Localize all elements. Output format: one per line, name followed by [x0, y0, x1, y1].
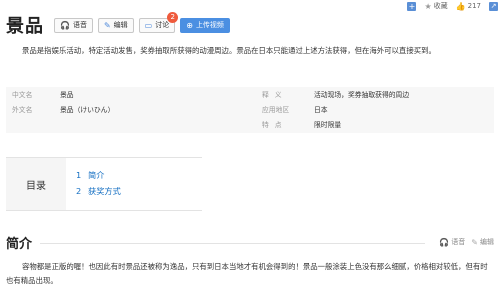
page-title: 景品: [6, 16, 44, 37]
section-tools: 🎧 语音 ✎ 编辑: [433, 237, 494, 247]
share-button[interactable]: ↗: [489, 1, 498, 11]
info-row-meaning: 释义 活动现场，奖券抽取获得的周边: [256, 88, 409, 103]
section-voice-button[interactable]: 🎧 语音: [439, 237, 465, 247]
upload-video-button[interactable]: ⊕ 上传视频: [180, 17, 230, 33]
info-label: 中文名: [12, 91, 33, 99]
info-value: 景品: [60, 91, 74, 99]
like-button[interactable]: 👍 217: [456, 2, 481, 11]
collect-button[interactable]: ★ 收藏: [424, 1, 447, 11]
section-edit-button[interactable]: ✎ 编辑: [471, 237, 494, 247]
info-label: 外文名: [12, 106, 33, 114]
edit-button-label: 编辑: [113, 21, 128, 29]
edit-button[interactable]: ✎ 编辑: [97, 17, 134, 33]
info-label: 特点: [262, 121, 288, 129]
upload-video-label: 上传视频: [195, 21, 224, 29]
info-value: 日本: [314, 106, 328, 114]
thumb-up-icon: 👍: [455, 1, 466, 11]
toc-item-number: 2: [76, 186, 82, 196]
toc-item-number: 1: [76, 170, 82, 180]
voice-button[interactable]: 🎧 语音: [54, 17, 93, 33]
section-title: 简介: [6, 236, 33, 252]
add-button[interactable]: +: [407, 1, 417, 11]
voice-button-label: 语音: [72, 21, 87, 29]
info-value: 景品（けいひん）: [60, 106, 115, 114]
toc-item-label: 获奖方式: [88, 186, 121, 196]
info-value: 活动现场，奖券抽取获得的周边: [314, 91, 410, 99]
toc-item-label: 简介: [88, 170, 105, 180]
toc-list: 1 简介 2 获奖方式: [76, 167, 121, 199]
info-row-feature: 特点 限时限量: [256, 118, 341, 133]
headphones-icon: 🎧: [439, 237, 450, 247]
collect-label: 收藏: [433, 2, 448, 10]
intro-paragraph: 景品是指娱乐活动，特定活动发售，奖券抽取所获得的动漫周边。景品在日本只能通过上述…: [22, 46, 436, 55]
section-edit-label: 编辑: [480, 238, 494, 246]
toc-item-award-method[interactable]: 2 获奖方式: [76, 183, 121, 199]
plus-circle-icon: ⊕: [186, 20, 193, 30]
info-row-chinese-name: 中文名 景品: [6, 88, 74, 103]
star-icon: ★: [424, 1, 432, 11]
discuss-button-label: 讨论: [155, 21, 170, 29]
discuss-button[interactable]: ▭ 讨论 2: [138, 11, 179, 33]
info-box: 中文名 景品 外文名 景品（けいひん） 释义 活动现场，奖券抽取获得的周边 应用…: [6, 87, 494, 133]
info-value: 限时限量: [314, 121, 342, 129]
info-label: 应用地区: [262, 106, 290, 114]
comment-icon: ▭: [144, 20, 153, 30]
section-body-text: 容物都是正版的喔！也因此有时景品还被称为逸品，只有到日本当地才有机会得到的！景品…: [6, 262, 488, 285]
pencil-icon: ✎: [471, 237, 478, 247]
section-voice-label: 语音: [451, 238, 466, 246]
discuss-count-badge: 2: [167, 11, 179, 23]
headphones-icon: 🎧: [60, 20, 70, 30]
info-row-foreign-name: 外文名 景品（けいひん）: [6, 103, 114, 118]
plus-icon: +: [407, 1, 417, 11]
toc-heading: 目录: [6, 158, 66, 210]
pencil-icon: ✎: [103, 20, 111, 30]
like-count: 217: [467, 2, 481, 10]
section-header: 简介 🎧 语音 ✎ 编辑: [6, 232, 494, 252]
section-divider: [40, 242, 426, 244]
info-label: 释义: [262, 91, 288, 99]
info-row-region: 应用地区 日本: [256, 103, 328, 118]
table-of-contents: 目录 1 简介 2 获奖方式: [6, 157, 202, 211]
top-action-bar: + ★ 收藏 👍 217 ↗: [399, 0, 500, 12]
title-row: 景品 🎧 语音 ✎ 编辑 ▭ 讨论 2 ⊕ 上传视频: [6, 11, 235, 37]
share-icon: ↗: [489, 1, 498, 11]
toc-item-intro[interactable]: 1 简介: [76, 167, 121, 183]
